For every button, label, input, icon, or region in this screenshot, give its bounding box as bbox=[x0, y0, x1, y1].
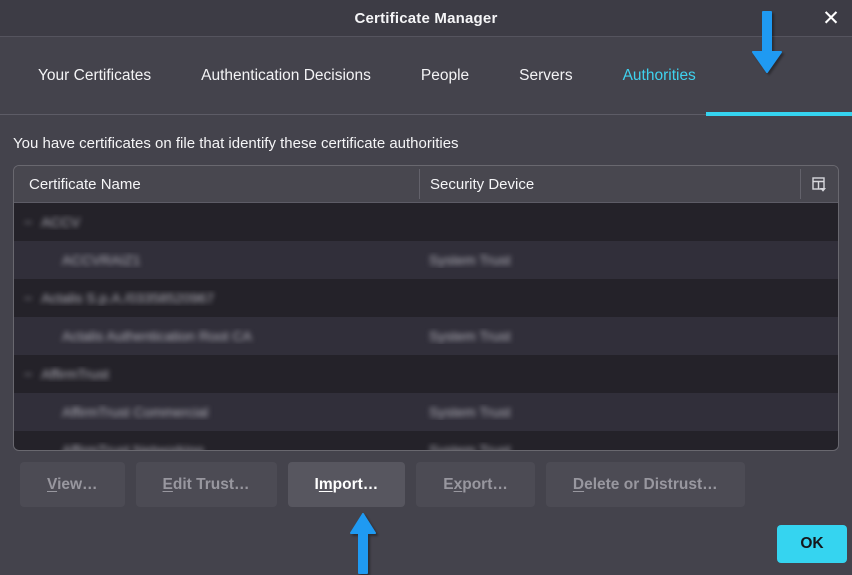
column-header-certificate-name[interactable]: Certificate Name bbox=[14, 166, 419, 202]
active-tab-underline bbox=[706, 112, 852, 116]
security-device: System Trust bbox=[429, 442, 511, 450]
dialog-title: Certificate Manager bbox=[354, 10, 497, 27]
table-row[interactable]: −ACCV bbox=[14, 203, 838, 241]
security-device: System Trust bbox=[429, 404, 511, 420]
column-header-security-device[interactable]: Security Device bbox=[420, 166, 800, 202]
table-row[interactable]: ACCVRAIZ1 System Trust bbox=[14, 241, 838, 279]
certificate-name: Actalis Authentication Root CA bbox=[62, 328, 252, 344]
certificate-name: AffirmTrust Commercial bbox=[62, 404, 208, 420]
collapse-twisty-icon[interactable]: − bbox=[24, 290, 32, 306]
intro-text: You have certificates on file that ident… bbox=[13, 135, 839, 152]
table-row[interactable]: AffirmTrust Networking System Trust bbox=[14, 431, 838, 450]
security-device: System Trust bbox=[429, 328, 511, 344]
view-button[interactable]: View… bbox=[20, 462, 125, 507]
import-button[interactable]: Import… bbox=[288, 462, 406, 507]
certificate-name: ACCVRAIZ1 bbox=[62, 252, 141, 268]
column-picker-icon[interactable] bbox=[801, 166, 838, 202]
security-device: System Trust bbox=[429, 252, 511, 268]
collapse-twisty-icon[interactable]: − bbox=[24, 366, 32, 382]
table-header: Certificate Name Security Device bbox=[14, 166, 838, 203]
tab-bar: Your Certificates Authentication Decisio… bbox=[0, 37, 852, 115]
tab-your-certificates[interactable]: Your Certificates bbox=[38, 67, 151, 85]
close-icon[interactable]: ✕ bbox=[816, 3, 846, 33]
collapse-twisty-icon[interactable]: − bbox=[24, 214, 32, 230]
table-row[interactable]: −AffirmTrust bbox=[14, 355, 838, 393]
certificates-table: Certificate Name Security Device −ACCV A… bbox=[13, 165, 839, 451]
certificate-manager-dialog: Certificate Manager ✕ Your Certificates … bbox=[0, 0, 852, 575]
certificate-name: Actalis S.p.A./03358520967 bbox=[41, 290, 214, 306]
table-body: −ACCV ACCVRAIZ1 System Trust −Actalis S.… bbox=[14, 203, 838, 450]
titlebar: Certificate Manager ✕ bbox=[0, 0, 852, 37]
edit-trust-button[interactable]: Edit Trust… bbox=[136, 462, 277, 507]
action-buttons-row: View… Edit Trust… Import… Export… Delete… bbox=[20, 462, 839, 507]
certificate-name: AffirmTrust Networking bbox=[62, 442, 204, 450]
certificate-name: AffirmTrust bbox=[41, 366, 109, 382]
delete-or-distrust-button[interactable]: Delete or Distrust… bbox=[546, 462, 745, 507]
tab-authorities[interactable]: Authorities bbox=[623, 67, 696, 85]
certificate-name: ACCV bbox=[41, 214, 80, 230]
tab-servers[interactable]: Servers bbox=[519, 67, 572, 85]
tab-authentication-decisions[interactable]: Authentication Decisions bbox=[201, 67, 371, 85]
table-row[interactable]: Actalis Authentication Root CA System Tr… bbox=[14, 317, 838, 355]
tab-people[interactable]: People bbox=[421, 67, 469, 85]
ok-button[interactable]: OK bbox=[777, 525, 847, 563]
table-row[interactable]: −Actalis S.p.A./03358520967 bbox=[14, 279, 838, 317]
up-arrow-icon bbox=[348, 512, 378, 575]
table-row[interactable]: AffirmTrust Commercial System Trust bbox=[14, 393, 838, 431]
export-button[interactable]: Export… bbox=[416, 462, 535, 507]
